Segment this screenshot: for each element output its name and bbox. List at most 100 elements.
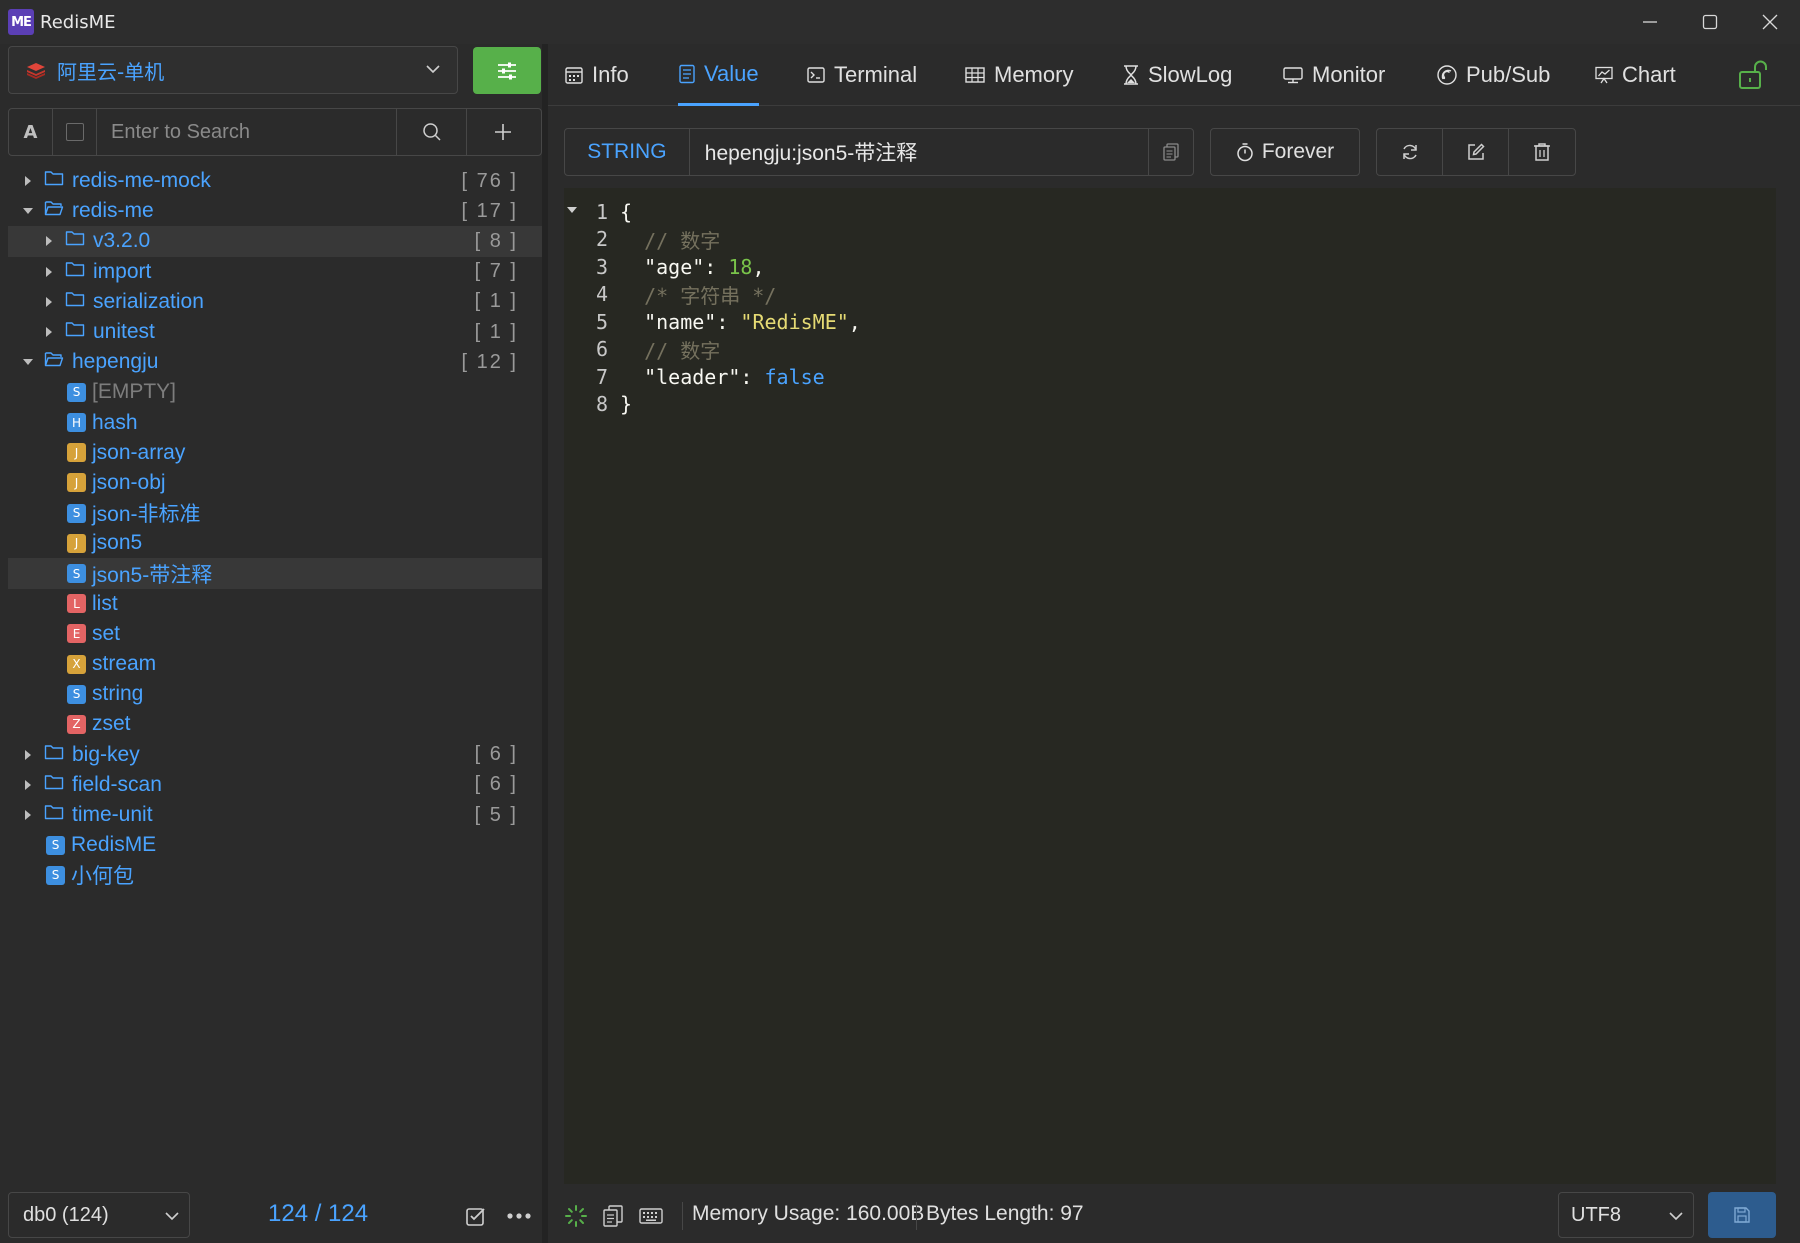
caret-right-icon[interactable] [22, 175, 34, 187]
connection-select[interactable]: 阿里云-单机 [8, 46, 458, 94]
tree-key[interactable]: Jjson-array [8, 438, 542, 468]
sliders-icon [498, 62, 516, 79]
database-select[interactable]: db0 (124) [8, 1192, 190, 1238]
batch-select-icon[interactable] [464, 1204, 488, 1232]
code-line: 6 // 数字 [564, 334, 1776, 365]
refresh-icon[interactable] [1377, 129, 1443, 175]
code-token: "leader" [620, 364, 741, 389]
settings-button[interactable] [473, 47, 541, 94]
tree-key[interactable]: Sjson5-带注释 [8, 558, 542, 589]
bytes-length: Bytes Length: 97 [926, 1202, 1084, 1225]
tree-folder[interactable]: v3.2.0 [ 8 ] [8, 226, 542, 257]
tree-label: hash [92, 410, 138, 434]
folder-icon [44, 169, 64, 193]
app-logo: ME [8, 9, 34, 35]
unlock-icon[interactable] [1738, 60, 1770, 94]
tab-terminal[interactable]: Terminal [806, 44, 917, 106]
caret-down-icon[interactable] [22, 205, 34, 217]
code-token: /* 字符串 */ [620, 283, 777, 308]
tab-memory[interactable]: Memory [964, 44, 1073, 106]
key-toolbar: STRING hepengju:json5-带注释 Forever [564, 128, 1776, 176]
tab-chart[interactable]: Chart [1594, 44, 1676, 106]
code-token: "RedisME" [740, 309, 849, 334]
tree-key[interactable]: Zzset [8, 709, 542, 739]
tree-folder[interactable]: unitest [ 1 ] [8, 317, 542, 347]
tab-slowlog[interactable]: SlowLog [1122, 44, 1232, 106]
tree-key[interactable]: Hhash [8, 408, 542, 438]
tree-key[interactable]: Xstream [8, 649, 542, 679]
code-text: { [620, 200, 632, 224]
copy-icon[interactable] [1149, 129, 1193, 175]
tree-folder[interactable]: serialization [ 1 ] [8, 287, 542, 317]
caret-right-icon[interactable] [43, 296, 55, 308]
encoding-select[interactable]: UTF8 [1558, 1192, 1694, 1238]
tree-folder[interactable]: time-unit [ 5 ] [8, 800, 542, 830]
more-icon[interactable] [505, 1204, 533, 1232]
caret-right-icon[interactable] [43, 266, 55, 278]
tree-folder[interactable]: redis-me-mock [ 76 ] [8, 166, 542, 196]
tab-bar: Info Value Terminal Memory SlowLog Monit… [548, 44, 1800, 106]
tree-folder[interactable]: redis-me [ 17 ] [8, 196, 542, 226]
caret-right-icon[interactable] [43, 326, 55, 338]
copy-value-icon[interactable] [602, 1204, 624, 1232]
tab-monitor[interactable]: Monitor [1282, 44, 1385, 106]
key-name[interactable]: hepengju:json5-带注释 [690, 129, 1150, 175]
tab-info[interactable]: Info [564, 44, 629, 106]
tree-label: [EMPTY] [92, 380, 177, 404]
caret-right-icon[interactable] [22, 809, 34, 821]
minimize-icon[interactable] [1620, 0, 1680, 44]
add-key-button[interactable] [467, 109, 539, 155]
tree-key[interactable]: Llist [8, 589, 542, 619]
tree-key[interactable]: S 小何包 [8, 860, 542, 890]
tree-folder[interactable]: field-scan [ 6 ] [8, 770, 542, 800]
tree-key[interactable]: Sjson-非标准 [8, 498, 542, 528]
key-type-badge: S [67, 684, 86, 704]
ttl-button[interactable]: Forever [1210, 128, 1360, 176]
tree-label: big-key [72, 742, 140, 766]
tree-key[interactable]: Sstring [8, 679, 542, 709]
tree-folder[interactable]: big-key [ 6 ] [8, 740, 542, 770]
caret-right-icon[interactable] [22, 749, 34, 761]
code-line: 8} [564, 389, 1776, 420]
monitor-icon [1282, 65, 1304, 85]
table-icon [964, 65, 986, 85]
tree-label: 小何包 [71, 865, 134, 889]
caret-right-icon[interactable] [22, 779, 34, 791]
delete-icon[interactable] [1509, 129, 1575, 175]
close-icon[interactable] [1740, 0, 1800, 44]
tree-folder[interactable]: import [ 7 ] [8, 257, 542, 287]
tab-value[interactable]: Value [678, 44, 759, 106]
search-button[interactable] [397, 109, 467, 155]
tree-key[interactable]: S [EMPTY] [8, 377, 542, 407]
save-button[interactable] [1708, 1192, 1776, 1238]
tree-key[interactable]: Jjson5 [8, 528, 542, 558]
folder-icon [44, 773, 64, 797]
caret-down-icon[interactable] [22, 356, 34, 368]
code-token: , [752, 254, 765, 279]
select-all-checkbox[interactable] [53, 109, 97, 155]
tree-label: json5-带注释 [92, 563, 213, 587]
search-input[interactable] [97, 109, 396, 155]
keyboard-icon[interactable] [638, 1204, 664, 1232]
tab-pubsub[interactable]: Pub/Sub [1436, 44, 1550, 106]
tree-count: [ 1 ] [474, 320, 518, 343]
save-icon [1734, 1207, 1750, 1223]
tree-label: v3.2.0 [93, 229, 151, 253]
case-toggle-button[interactable]: A [9, 109, 53, 155]
tree-label: import [93, 259, 152, 283]
tree-label: redis-me [72, 199, 154, 223]
tree-key[interactable]: S RedisME [8, 830, 542, 860]
key-count: 124 / 124 [268, 1200, 369, 1227]
tree-key[interactable]: Eset [8, 619, 542, 649]
code-text: "name": "RedisME", [620, 310, 861, 334]
code-token: false [764, 364, 825, 389]
tree-key[interactable]: Jjson-obj [8, 468, 542, 498]
caret-right-icon[interactable] [43, 235, 55, 247]
fold-toggle-icon[interactable] [566, 204, 580, 219]
value-editor[interactable]: 1{2 // 数字 3 "age": 18, 4 /* 字符串 */5 "name"… [564, 188, 1776, 1184]
tree-folder[interactable]: hepengju [ 12 ] [8, 347, 542, 377]
maximize-icon[interactable] [1680, 0, 1740, 44]
folder-open-icon [44, 199, 64, 223]
edit-icon[interactable] [1443, 129, 1509, 175]
tree-label: json-非标准 [92, 503, 201, 527]
